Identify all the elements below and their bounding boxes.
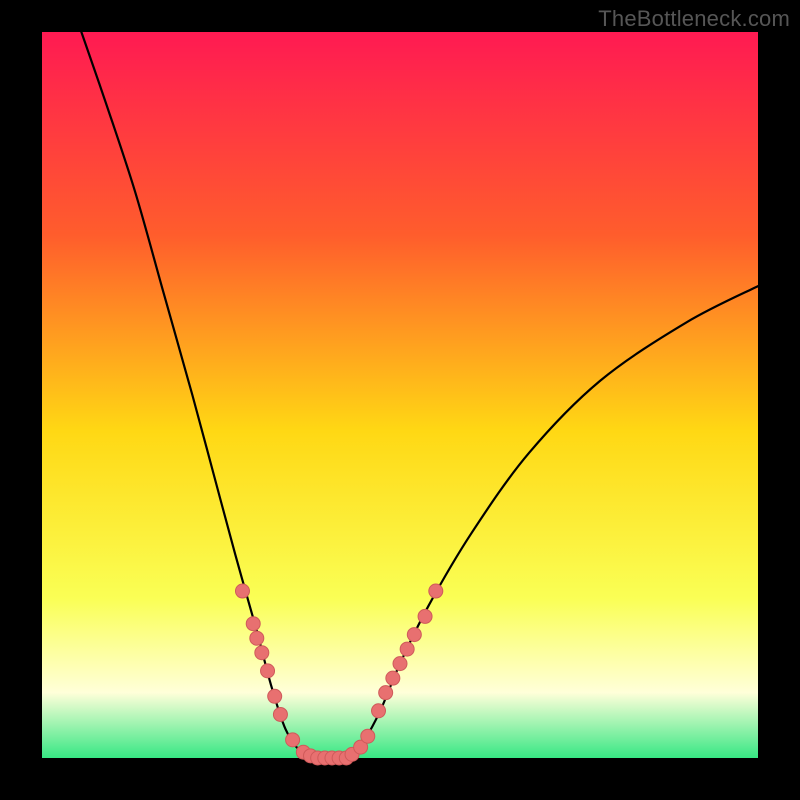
data-marker (372, 704, 386, 718)
data-marker (400, 642, 414, 656)
watermark-text: TheBottleneck.com (598, 6, 790, 32)
data-marker (418, 609, 432, 623)
data-marker (407, 628, 421, 642)
data-marker (429, 584, 443, 598)
data-marker (235, 584, 249, 598)
data-marker (250, 631, 264, 645)
data-marker (268, 689, 282, 703)
data-marker (255, 646, 269, 660)
data-marker (361, 729, 375, 743)
data-marker (386, 671, 400, 685)
data-marker (273, 707, 287, 721)
data-marker (286, 733, 300, 747)
data-marker (379, 686, 393, 700)
data-marker (261, 664, 275, 678)
data-marker (393, 657, 407, 671)
chart-frame: { "watermark": "TheBottleneck.com", "col… (0, 0, 800, 800)
data-marker (246, 617, 260, 631)
bottleneck-chart (0, 0, 800, 800)
